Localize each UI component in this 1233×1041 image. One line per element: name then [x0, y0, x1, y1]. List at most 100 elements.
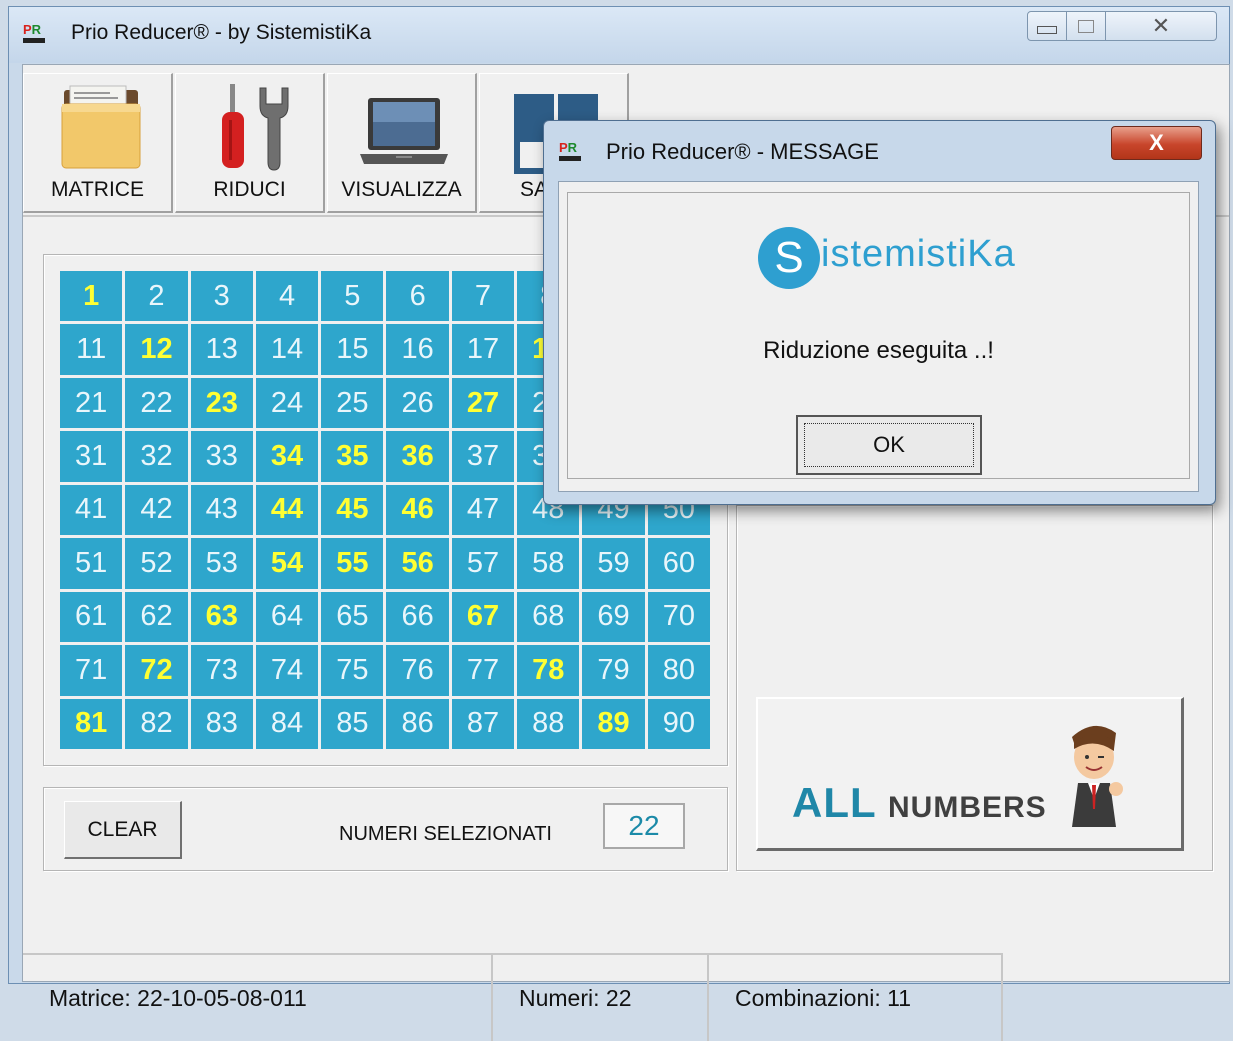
- toolbar-button-riduci[interactable]: RIDUCI: [175, 73, 325, 213]
- number-cell[interactable]: 69: [582, 591, 645, 643]
- number-cell[interactable]: 47: [451, 484, 515, 536]
- number-cell[interactable]: 46: [386, 484, 449, 536]
- number-cell[interactable]: 26: [386, 377, 449, 429]
- number-cell[interactable]: 16: [386, 324, 449, 375]
- toolbar-label-visualizza: VISUALIZZA: [341, 178, 462, 201]
- number-cell[interactable]: 3: [190, 271, 253, 322]
- number-cell[interactable]: 59: [582, 538, 645, 589]
- number-cell[interactable]: 70: [647, 591, 710, 643]
- number-cell[interactable]: 84: [255, 698, 319, 749]
- number-cell[interactable]: 44: [255, 484, 319, 536]
- number-cell[interactable]: 65: [321, 591, 384, 643]
- number-cell[interactable]: 22: [125, 377, 188, 429]
- number-cell[interactable]: 87: [451, 698, 515, 749]
- number-cell[interactable]: 12: [125, 324, 188, 375]
- minimize-button[interactable]: [1027, 11, 1067, 41]
- dialog-message: Riduzione eseguita ..!: [763, 337, 994, 364]
- number-cell[interactable]: 86: [386, 698, 449, 749]
- number-cell[interactable]: 67: [451, 591, 515, 643]
- number-cell[interactable]: 62: [125, 591, 188, 643]
- number-cell[interactable]: 74: [255, 645, 319, 696]
- title-bar[interactable]: PR Prio Reducer® - by SistemistiKa ✕: [9, 7, 1229, 63]
- dialog-close-button[interactable]: X: [1111, 126, 1202, 160]
- laptop-icon: [360, 98, 448, 164]
- number-cell[interactable]: 25: [321, 377, 384, 429]
- number-cell[interactable]: 89: [582, 698, 645, 749]
- number-cell[interactable]: 61: [60, 591, 123, 643]
- dialog-title: Prio Reducer® - MESSAGE: [606, 139, 879, 164]
- all-numbers-word2: NUMBERS: [888, 791, 1047, 824]
- close-button[interactable]: ✕: [1105, 11, 1217, 41]
- number-cell[interactable]: 81: [60, 698, 123, 749]
- number-cell[interactable]: 82: [125, 698, 188, 749]
- number-cell[interactable]: 78: [517, 645, 580, 696]
- number-cell[interactable]: 55: [321, 538, 384, 589]
- number-cell[interactable]: 4: [255, 271, 319, 322]
- number-cell[interactable]: 54: [255, 538, 319, 589]
- number-cell[interactable]: 57: [451, 538, 515, 589]
- message-dialog: PR Prio Reducer® - MESSAGE X S istemisti…: [543, 120, 1216, 505]
- number-cell[interactable]: 5: [321, 271, 384, 322]
- number-cell[interactable]: 63: [190, 591, 253, 643]
- number-cell[interactable]: 66: [386, 591, 449, 643]
- number-cell[interactable]: 88: [517, 698, 580, 749]
- number-cell[interactable]: 32: [125, 431, 188, 482]
- number-cell[interactable]: 53: [190, 538, 253, 589]
- number-cell[interactable]: 42: [125, 484, 188, 536]
- number-cell[interactable]: 90: [647, 698, 710, 749]
- number-cell[interactable]: 21: [60, 377, 123, 429]
- number-cell[interactable]: 51: [60, 538, 123, 589]
- number-cell[interactable]: 36: [386, 431, 449, 482]
- number-cell[interactable]: 43: [190, 484, 253, 536]
- number-cell[interactable]: 45: [321, 484, 384, 536]
- number-cell[interactable]: 64: [255, 591, 319, 643]
- number-cell[interactable]: 24: [255, 377, 319, 429]
- dialog-body: S istemistiKa Riduzione eseguita ..! OK: [558, 181, 1199, 492]
- number-cell[interactable]: 56: [386, 538, 449, 589]
- number-cell[interactable]: 34: [255, 431, 319, 482]
- number-cell[interactable]: 35: [321, 431, 384, 482]
- number-cell[interactable]: 14: [255, 324, 319, 375]
- number-cell[interactable]: 52: [125, 538, 188, 589]
- number-cell[interactable]: 76: [386, 645, 449, 696]
- app-icon: PR: [23, 23, 45, 45]
- number-cell[interactable]: 75: [321, 645, 384, 696]
- clear-button[interactable]: CLEAR: [64, 801, 182, 859]
- number-cell[interactable]: 37: [451, 431, 515, 482]
- number-cell[interactable]: 60: [647, 538, 710, 589]
- number-cell[interactable]: 7: [451, 271, 515, 322]
- number-cell[interactable]: 6: [386, 271, 449, 322]
- number-cell[interactable]: 80: [647, 645, 710, 696]
- dialog-content-frame: S istemistiKa Riduzione eseguita ..! OK: [567, 192, 1190, 479]
- number-cell[interactable]: 13: [190, 324, 253, 375]
- number-cell[interactable]: 83: [190, 698, 253, 749]
- all-numbers-word1: ALL: [792, 779, 877, 826]
- number-cell[interactable]: 41: [60, 484, 123, 536]
- number-cell[interactable]: 27: [451, 377, 515, 429]
- number-cell[interactable]: 15: [321, 324, 384, 375]
- ok-button[interactable]: OK: [796, 415, 982, 475]
- toolbar-button-matrice[interactable]: MATRICE: [23, 73, 173, 213]
- number-cell[interactable]: 71: [60, 645, 123, 696]
- logo-text: istemistiKa: [821, 233, 1016, 275]
- number-cell[interactable]: 58: [517, 538, 580, 589]
- toolbar-button-visualizza[interactable]: VISUALIZZA: [327, 73, 477, 213]
- number-cell[interactable]: 1: [60, 271, 123, 322]
- number-cell[interactable]: 11: [60, 324, 123, 375]
- maximize-button[interactable]: [1066, 11, 1106, 41]
- number-cell[interactable]: 73: [190, 645, 253, 696]
- number-cell[interactable]: 85: [321, 698, 384, 749]
- number-cell[interactable]: 33: [190, 431, 253, 482]
- all-numbers-button[interactable]: ALL NUMBERS: [756, 697, 1184, 851]
- number-cell[interactable]: 68: [517, 591, 580, 643]
- number-cell[interactable]: 2: [125, 271, 188, 322]
- number-cell[interactable]: 72: [125, 645, 188, 696]
- number-cell[interactable]: 23: [190, 377, 253, 429]
- toolbar-label-riduci: RIDUCI: [213, 178, 286, 201]
- number-cell[interactable]: 77: [451, 645, 515, 696]
- number-cell[interactable]: 31: [60, 431, 123, 482]
- focus-rectangle: [804, 423, 974, 467]
- status-combinazioni: Combinazioni: 11: [709, 953, 1003, 1041]
- number-cell[interactable]: 79: [582, 645, 645, 696]
- number-cell[interactable]: 17: [451, 324, 515, 375]
